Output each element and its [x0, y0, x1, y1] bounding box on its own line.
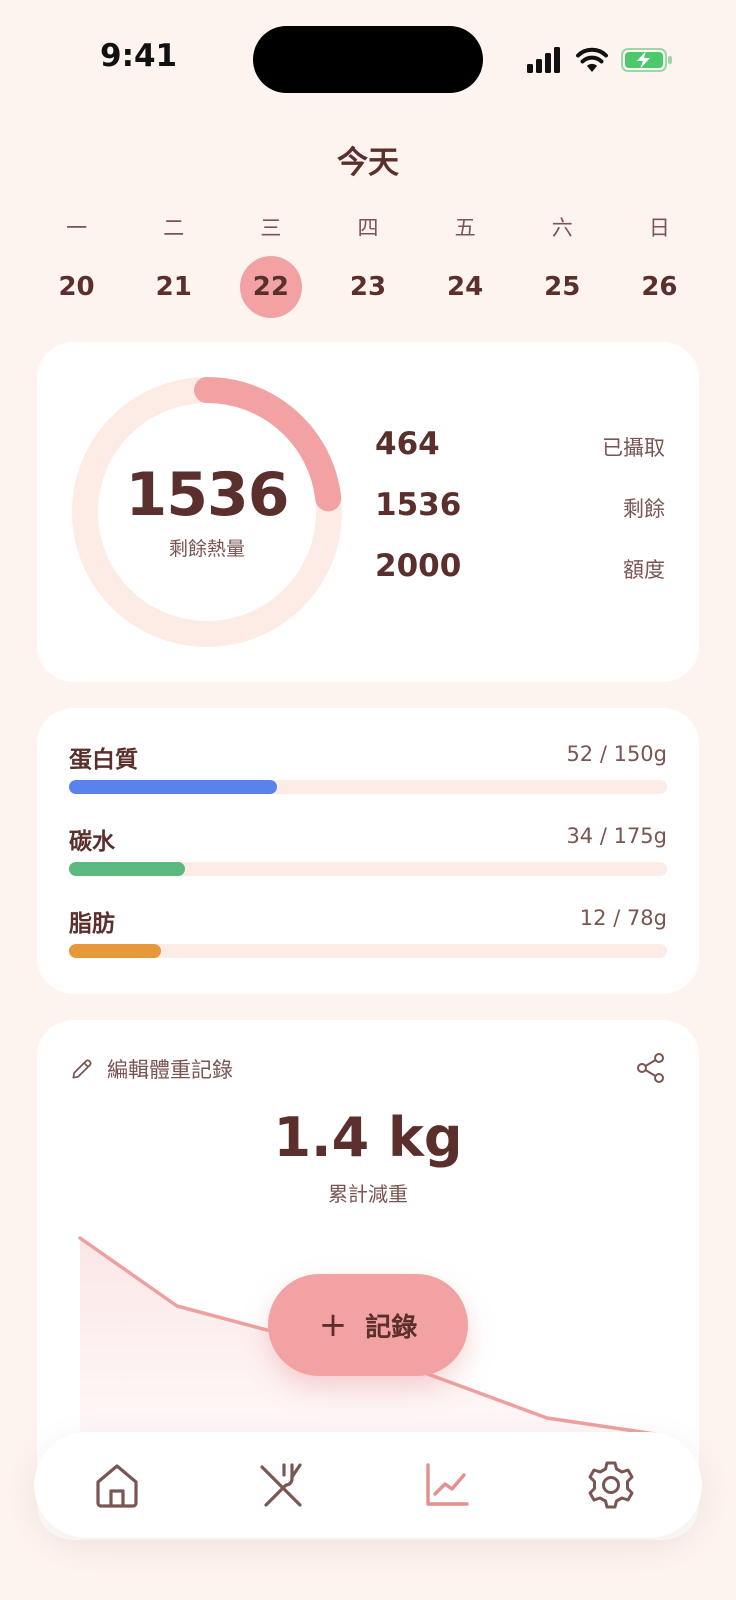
home-icon[interactable] [89, 1457, 145, 1513]
day-date: 21 [155, 272, 192, 302]
macros-card: 蛋白質 52 / 150g 碳水 34 / 175g 脂肪 12 / 78g [37, 708, 699, 994]
chart-icon[interactable] [419, 1457, 475, 1513]
settings-icon[interactable] [583, 1457, 639, 1513]
macro-track [69, 944, 667, 958]
week-selector: 一 20 二 21 三 22 四 23 五 24 六 25 日 26 [28, 208, 708, 318]
stat-value: 2000 [375, 548, 462, 584]
macro-name: 脂肪 [69, 911, 115, 937]
total-weight-loss-value: 1.4 kg [273, 1106, 463, 1169]
total-weight-loss-label: 累計減重 [328, 1182, 408, 1206]
day-date: 26 [641, 272, 678, 302]
wifi-icon [576, 47, 608, 72]
day-date: 24 [447, 272, 484, 302]
day-date: 25 [544, 272, 581, 302]
macro-progress-fill [69, 780, 277, 794]
status-time: 9:41 [100, 38, 178, 74]
share-icon[interactable] [635, 1052, 667, 1084]
day-tuesday[interactable]: 二 21 [125, 208, 222, 318]
stat-label: 額度 [623, 558, 665, 582]
edit-weight-button[interactable]: 編輯體重記錄 [69, 1054, 233, 1084]
day-thursday[interactable]: 四 23 [319, 208, 416, 318]
stat-label: 剩餘 [623, 497, 665, 521]
day-name: 日 [648, 216, 670, 240]
signal-icon [527, 47, 560, 73]
day-date: 23 [349, 272, 387, 302]
day-friday[interactable]: 五 24 [417, 208, 514, 318]
macro-protein: 蛋白質 52 / 150g [69, 740, 667, 810]
day-date: 22 [239, 256, 302, 318]
day-name: 一 [66, 216, 88, 240]
macro-fat: 脂肪 12 / 78g [69, 904, 667, 974]
bottom-nav [34, 1432, 702, 1538]
remaining-calories-label: 剩餘熱量 [168, 538, 245, 560]
stat-budget: 2000 額度 [375, 548, 665, 598]
macro-track [69, 862, 667, 876]
page-title: 今天 [337, 145, 399, 181]
plus-icon: + [318, 1305, 348, 1345]
food-icon[interactable] [254, 1457, 310, 1513]
add-record-label: 記錄 [365, 1312, 418, 1343]
day-name: 五 [454, 216, 476, 240]
macro-amount: 34 / 175g [566, 824, 667, 848]
day-wednesday-selected[interactable]: 三 22 [222, 208, 319, 318]
day-sunday[interactable]: 日 26 [611, 208, 708, 318]
calorie-summary-card: 1536 剩餘熱量 464 已攝取 1536 剩餘 2000 額度 [37, 342, 699, 682]
stat-remaining: 1536 剩餘 [375, 487, 665, 537]
stat-consumed: 464 已攝取 [375, 426, 665, 476]
day-name: 四 [357, 216, 379, 240]
macro-amount: 52 / 150g [566, 742, 667, 766]
add-record-button[interactable]: + 記錄 [268, 1274, 468, 1376]
stat-value: 464 [375, 426, 440, 462]
macro-amount: 12 / 78g [579, 906, 667, 930]
edit-weight-label: 編輯體重記錄 [107, 1058, 233, 1082]
day-name: 二 [163, 216, 185, 240]
day-date: 20 [58, 272, 95, 302]
day-saturday[interactable]: 六 25 [514, 208, 611, 318]
macro-name: 碳水 [69, 829, 115, 855]
day-name: 六 [551, 216, 573, 240]
remaining-calories-value: 1536 [125, 460, 290, 530]
pencil-icon [72, 1059, 92, 1079]
battery-icon [621, 48, 672, 72]
stat-label: 已攝取 [602, 436, 665, 460]
macro-progress-fill [69, 944, 162, 958]
day-name: 三 [260, 216, 282, 240]
dynamic-island [253, 26, 483, 93]
macro-track [69, 780, 667, 794]
status-icons [527, 47, 672, 73]
macro-progress-fill [69, 862, 185, 876]
day-monday[interactable]: 一 20 [28, 208, 125, 318]
macro-name: 蛋白質 [69, 747, 138, 773]
macro-carbs: 碳水 34 / 175g [69, 822, 667, 892]
stat-value: 1536 [375, 487, 462, 523]
